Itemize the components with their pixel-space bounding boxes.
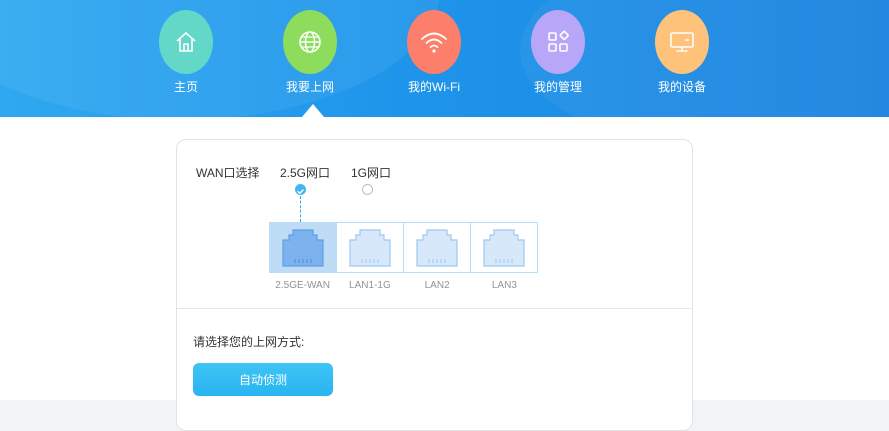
ethernet-port-icon xyxy=(483,228,525,267)
port-label: LAN2 xyxy=(424,280,450,291)
port-label: LAN1-1G xyxy=(349,280,391,291)
globe-icon xyxy=(283,10,337,74)
nav-item-internet[interactable]: 我要上网 xyxy=(260,10,360,94)
nav-item-management[interactable]: 我的管理 xyxy=(508,10,608,94)
nav-label: 我的Wi-Fi xyxy=(408,80,460,94)
wan-option-1g-label: 1G网口 xyxy=(351,166,392,180)
port-lan2[interactable] xyxy=(404,223,471,272)
top-navigation-bar: 主页 我要上网 我的Wi-Fi 我的管理 我的设备 xyxy=(0,0,889,117)
connection-method-label: 请选择您的上网方式: xyxy=(193,335,305,349)
wan-option-1g-radio[interactable] xyxy=(362,184,373,195)
port-lan1[interactable] xyxy=(337,223,404,272)
nav-item-home[interactable]: 主页 xyxy=(136,10,236,94)
port-lan3[interactable] xyxy=(471,223,537,272)
wan-option-2-5g-radio[interactable] xyxy=(295,184,306,195)
active-nav-indicator xyxy=(302,104,324,117)
apps-icon xyxy=(531,10,585,74)
wifi-icon xyxy=(407,10,461,74)
nav-item-wifi[interactable]: 我的Wi-Fi xyxy=(384,10,484,94)
auto-detect-button[interactable]: 自动侦测 xyxy=(193,363,333,396)
monitor-icon xyxy=(655,10,709,74)
ethernet-port-icon xyxy=(282,228,324,267)
nav-label: 我要上网 xyxy=(285,80,334,94)
port-labels: 2.5GE-WAN LAN1-1G LAN2 LAN3 xyxy=(269,280,538,291)
ethernet-port-icon xyxy=(416,228,458,267)
ethernet-port-icon xyxy=(349,228,391,267)
wan-select-label: WAN口选择 xyxy=(196,166,260,180)
section-divider xyxy=(177,308,691,309)
nav-label: 主页 xyxy=(173,80,198,94)
nav-item-devices[interactable]: 我的设备 xyxy=(632,10,732,94)
port-label: 2.5GE-WAN xyxy=(275,280,330,291)
nav-label: 我的管理 xyxy=(533,80,582,94)
port-diagram xyxy=(269,222,538,273)
wan-option-2-5g-label: 2.5G网口 xyxy=(280,166,331,180)
home-icon xyxy=(159,10,213,74)
port-label: LAN3 xyxy=(491,280,517,291)
port-2-5ge-wan[interactable] xyxy=(270,223,337,272)
selection-connector-line xyxy=(300,196,301,222)
nav-label: 我的设备 xyxy=(657,80,706,94)
